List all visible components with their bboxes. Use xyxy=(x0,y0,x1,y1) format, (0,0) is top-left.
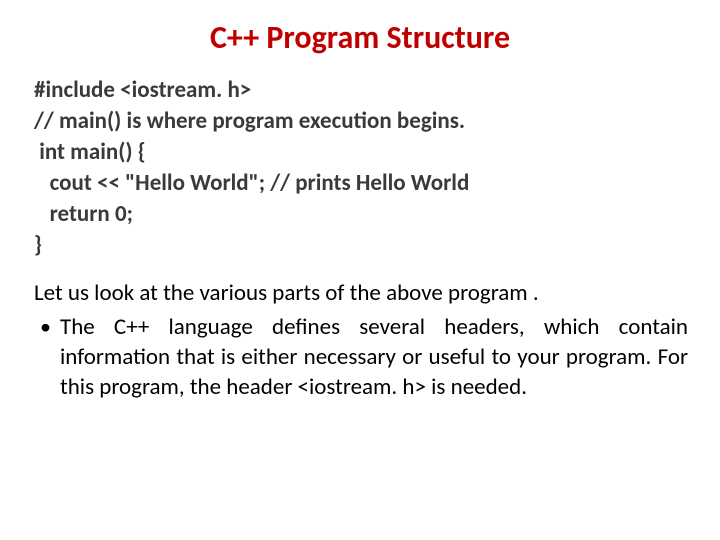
explanation-intro: Let us look at the various parts of the … xyxy=(34,279,690,309)
explanation-block: Let us look at the various parts of the … xyxy=(30,279,690,403)
code-line: // main() is where program execution beg… xyxy=(34,106,690,137)
slide-title: C++ Program Structure xyxy=(30,18,690,57)
code-block: #include <iostream. h> // main() is wher… xyxy=(34,75,690,261)
list-item: The C++ language defines several headers… xyxy=(32,313,688,403)
code-line: cout << "Hello World"; // prints Hello W… xyxy=(34,168,690,199)
explanation-list: The C++ language defines several headers… xyxy=(30,313,690,403)
code-line: } xyxy=(34,230,690,261)
slide: C++ Program Structure #include <iostream… xyxy=(0,0,720,540)
code-line: return 0; xyxy=(34,199,690,230)
code-line: int main() { xyxy=(34,137,690,168)
code-line: #include <iostream. h> xyxy=(34,75,690,106)
